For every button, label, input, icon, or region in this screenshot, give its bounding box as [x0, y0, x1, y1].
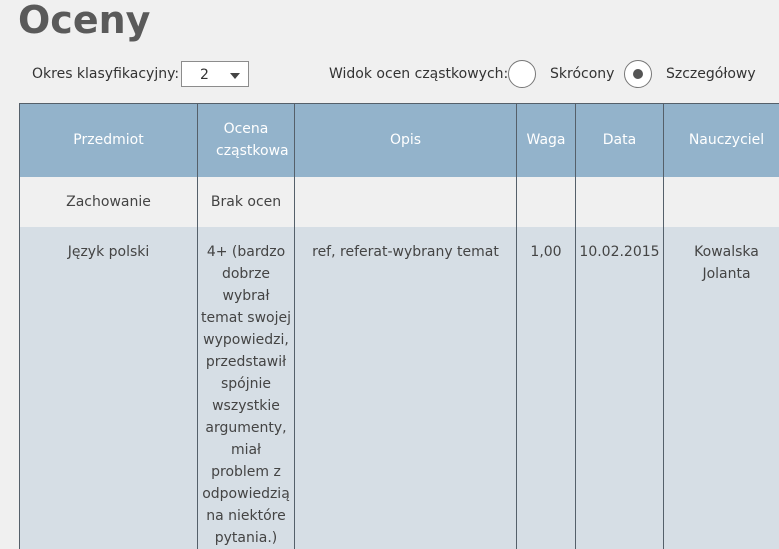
- period-label: Okres klasyfikacyjny:: [32, 66, 179, 82]
- cell-date: 10.02.2015: [576, 227, 664, 549]
- column-header-date: Data: [576, 104, 664, 177]
- view-short-radio[interactable]: [508, 60, 536, 88]
- cell-teacher: Kowalska Jolanta: [664, 227, 779, 549]
- view-detailed-label[interactable]: Szczegółowy: [666, 66, 756, 82]
- column-header-grade: Ocena cząstkowa: [198, 104, 295, 177]
- view-label: Widok ocen cząstkowych:: [329, 66, 508, 82]
- cell-subject: Język polski: [20, 227, 198, 549]
- cell-date: [576, 177, 664, 227]
- period-select-value: 2: [200, 67, 209, 83]
- table-row: Zachowanie Brak ocen: [20, 177, 779, 227]
- filter-bar: Okres klasyfikacyjny: 2 Widok ocen cząst…: [0, 60, 779, 90]
- table-row: Język polski 4+ (bardzo dobrze wybrał te…: [20, 227, 779, 549]
- period-select[interactable]: 2: [181, 61, 249, 87]
- view-detailed-radio[interactable]: [624, 60, 652, 88]
- column-header-weight: Waga: [517, 104, 576, 177]
- cell-weight: [517, 177, 576, 227]
- radio-selected-dot: [633, 69, 643, 79]
- cell-description: [295, 177, 517, 227]
- column-header-teacher: Nauczyciel: [664, 104, 779, 177]
- page-title: Oceny: [18, 0, 150, 44]
- chevron-down-icon: [230, 73, 240, 79]
- cell-subject: Zachowanie: [20, 177, 198, 227]
- cell-teacher: [664, 177, 779, 227]
- cell-description: ref, referat-wybrany temat: [295, 227, 517, 549]
- view-short-label[interactable]: Skrócony: [550, 66, 614, 82]
- table-header-row: Przedmiot Ocena cząstkowa Opis Waga Data…: [20, 104, 779, 177]
- cell-weight: 1,00: [517, 227, 576, 549]
- column-header-description: Opis: [295, 104, 517, 177]
- cell-grade: 4+ (bardzo dobrze wybrał temat swojej wy…: [198, 227, 295, 549]
- column-header-subject: Przedmiot: [20, 104, 198, 177]
- cell-grade: Brak ocen: [198, 177, 295, 227]
- grades-table: Przedmiot Ocena cząstkowa Opis Waga Data…: [19, 103, 779, 549]
